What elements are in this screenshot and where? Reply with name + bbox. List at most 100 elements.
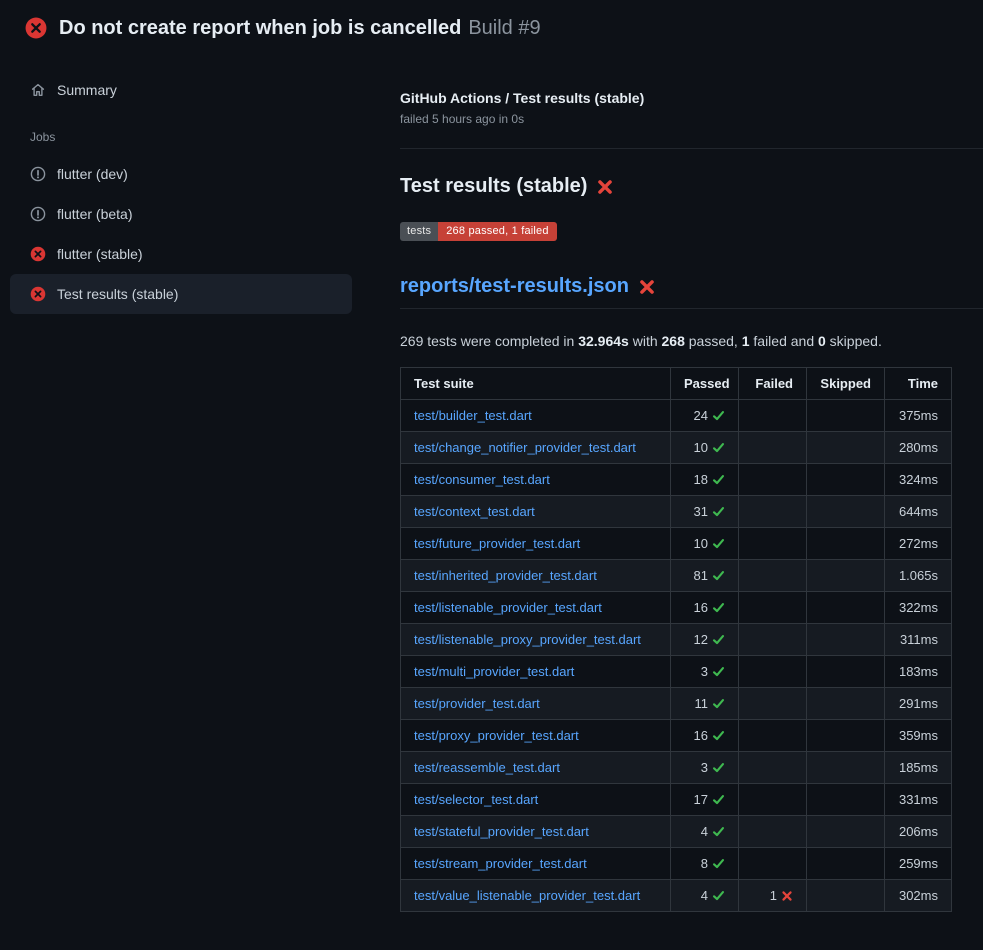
test-suite-link[interactable]: test/listenable_proxy_provider_test.dart [414,632,641,647]
test-suite-link[interactable]: test/future_provider_test.dart [414,536,580,551]
section-title-text: Test results (stable) [400,175,587,198]
check-icon [712,825,725,838]
main-content: GitHub Actions / Test results (stable) f… [400,54,983,912]
cell-test-suite: test/reassemble_test.dart [401,752,671,784]
check-icon [712,569,725,582]
test-suite-link[interactable]: test/multi_provider_test.dart [414,664,574,679]
home-icon [30,82,46,98]
check-icon [712,473,725,486]
cell-test-suite: test/stream_provider_test.dart [401,848,671,880]
cell-failed [739,784,807,816]
cell-failed [739,496,807,528]
section-divider [400,148,983,149]
cell-failed [739,656,807,688]
test-suite-link[interactable]: test/stream_provider_test.dart [414,856,587,871]
test-suite-link[interactable]: test/consumer_test.dart [414,472,550,487]
test-suite-link[interactable]: test/stateful_provider_test.dart [414,824,589,839]
check-icon [712,601,725,614]
cell-failed [739,848,807,880]
sidebar-item-summary[interactable]: Summary [10,76,352,104]
sidebar-job-flutter-beta[interactable]: flutter (beta) [10,194,352,234]
passed-number: 18 [694,472,708,487]
passed-number: 24 [694,408,708,423]
cell-time: 324ms [885,464,952,496]
col-header-time: Time [885,368,952,400]
cell-skipped [807,464,885,496]
job-label: Test results (stable) [57,286,178,302]
table-row: test/change_notifier_provider_test.dart1… [401,432,952,464]
table-row: test/listenable_proxy_provider_test.dart… [401,624,952,656]
check-icon [712,793,725,806]
check-icon [712,857,725,870]
check-icon [712,441,725,454]
breadcrumb: GitHub Actions / Test results (stable) [400,90,983,106]
passed-number: 81 [694,568,708,583]
passed-number: 11 [695,696,709,711]
check-icon [712,505,725,518]
table-row: test/consumer_test.dart 18 324ms [401,464,952,496]
test-suite-link[interactable]: test/context_test.dart [414,504,535,519]
cell-time: 183ms [885,656,952,688]
summary-label: Summary [57,82,117,98]
test-results-table: Test suite Passed Failed Skipped Time te… [400,367,952,912]
table-header-row: Test suite Passed Failed Skipped Time [401,368,952,400]
test-suite-link[interactable]: test/builder_test.dart [414,408,532,423]
cell-passed: 3 [671,656,739,688]
check-icon [712,729,725,742]
test-suite-link[interactable]: test/value_listenable_provider_test.dart [414,888,640,903]
cell-test-suite: test/selector_test.dart [401,784,671,816]
test-suite-link[interactable]: test/selector_test.dart [414,792,538,807]
test-suite-link[interactable]: test/proxy_provider_test.dart [414,728,579,743]
passed-count: 3 [701,760,725,775]
passed-number: 10 [694,536,708,551]
cell-test-suite: test/listenable_proxy_provider_test.dart [401,624,671,656]
badge-value: 268 passed, 1 failed [438,222,556,241]
passed-count: 81 [694,568,725,583]
cross-mark-icon [638,278,656,296]
cell-time: 302ms [885,880,952,912]
passed-count: 18 [694,472,725,487]
passed-count: 8 [701,856,725,871]
table-row: test/builder_test.dart 24 375ms [401,400,952,432]
cell-test-suite: test/builder_test.dart [401,400,671,432]
job-label: flutter (dev) [57,166,128,182]
sidebar-job-test-results-stable[interactable]: Test results (stable) [10,274,352,314]
passed-count: 16 [694,600,725,615]
cell-time: 375ms [885,400,952,432]
cell-test-suite: test/consumer_test.dart [401,464,671,496]
passed-number: 12 [694,632,708,647]
cell-test-suite: test/listenable_provider_test.dart [401,592,671,624]
sidebar-job-flutter-stable[interactable]: flutter (stable) [10,234,352,274]
test-suite-link[interactable]: test/listenable_provider_test.dart [414,600,602,615]
cell-failed: 1 [739,880,807,912]
report-link[interactable]: reports/test-results.json [400,275,629,298]
check-icon [712,409,725,422]
passed-count: 10 [694,536,725,551]
test-suite-link[interactable]: test/reassemble_test.dart [414,760,560,775]
passed-number: 4 [701,888,708,903]
check-icon [712,633,725,646]
table-row: test/future_provider_test.dart10272ms [401,528,952,560]
cell-test-suite: test/context_test.dart [401,496,671,528]
passed-count: 11 [695,696,726,711]
passed-count: 4 [701,888,725,903]
cell-passed: 81 [671,560,739,592]
cell-passed: 11 [671,688,739,720]
cell-skipped [807,816,885,848]
cell-time: 185ms [885,752,952,784]
col-header-skipped: Skipped [807,368,885,400]
cell-time: 311ms [885,624,952,656]
cell-time: 331ms [885,784,952,816]
test-suite-link[interactable]: test/provider_test.dart [414,696,540,711]
check-icon [712,537,725,550]
test-suite-link[interactable]: test/inherited_provider_test.dart [414,568,597,583]
failed-count: 1 [770,888,793,903]
cell-time: 1.065s [885,560,952,592]
cell-passed: 8 [671,848,739,880]
test-suite-link[interactable]: test/change_notifier_provider_test.dart [414,440,636,455]
col-header-test-suite: Test suite [401,368,671,400]
cell-failed [739,720,807,752]
run-status-text: failed 5 hours ago in 0s [400,112,983,126]
check-icon [712,697,725,710]
sidebar-job-flutter-dev[interactable]: flutter (dev) [10,154,352,194]
